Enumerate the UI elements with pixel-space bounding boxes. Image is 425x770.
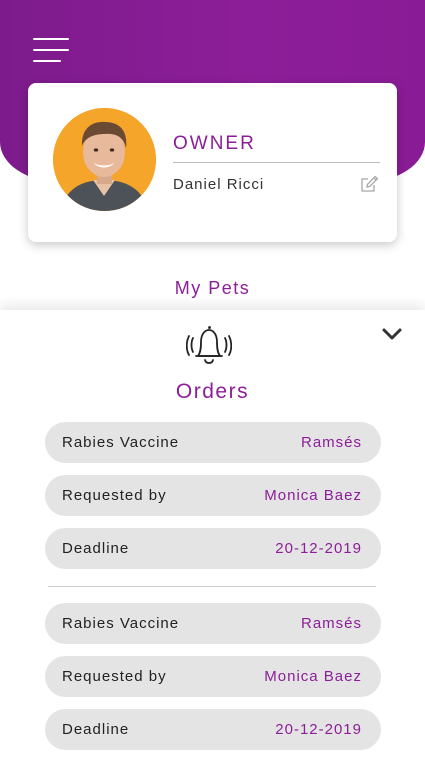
bell-icon [185,324,233,368]
order-row-label: Deadline [62,721,130,738]
order-row-label: Requested by [62,487,167,504]
order-row-value: 20-12-2019 [275,721,362,738]
orders-title: Orders [175,380,250,403]
order-row-value: 20-12-2019 [275,540,362,557]
my-pets-link[interactable]: My Pets [0,278,425,299]
order-row-vaccine[interactable]: Rabies Vaccine Ramsés [45,422,381,463]
avatar[interactable] [53,108,156,211]
owner-name: Daniel Ricci [173,176,265,193]
chevron-down-icon[interactable] [380,325,404,343]
order-row-value: Monica Baez [264,668,362,685]
order-row-deadline[interactable]: Deadline 20-12-2019 [45,709,381,750]
profile-role: OWNER [173,133,256,154]
order-row-requested-by[interactable]: Requested by Monica Baez [45,656,381,697]
order-row-value: Monica Baez [264,487,362,504]
order-row-label: Deadline [62,540,130,557]
order-row-value: Ramsés [300,434,362,451]
order-row-vaccine[interactable]: Rabies Vaccine Ramsés [45,603,381,644]
edit-pencil-icon[interactable] [359,174,379,194]
divider [173,162,380,163]
order-row-label: Rabies Vaccine [62,434,180,451]
order-row-label: Rabies Vaccine [62,615,180,632]
profile-card: OWNER Daniel Ricci [28,83,397,242]
hamburger-menu-icon[interactable] [33,38,71,62]
order-row-requested-by[interactable]: Requested by Monica Baez [45,475,381,516]
order-row-label: Requested by [62,668,167,685]
order-row-value: Ramsés [300,615,362,632]
order-row-deadline[interactable]: Deadline 20-12-2019 [45,528,381,569]
order-divider [48,586,376,587]
